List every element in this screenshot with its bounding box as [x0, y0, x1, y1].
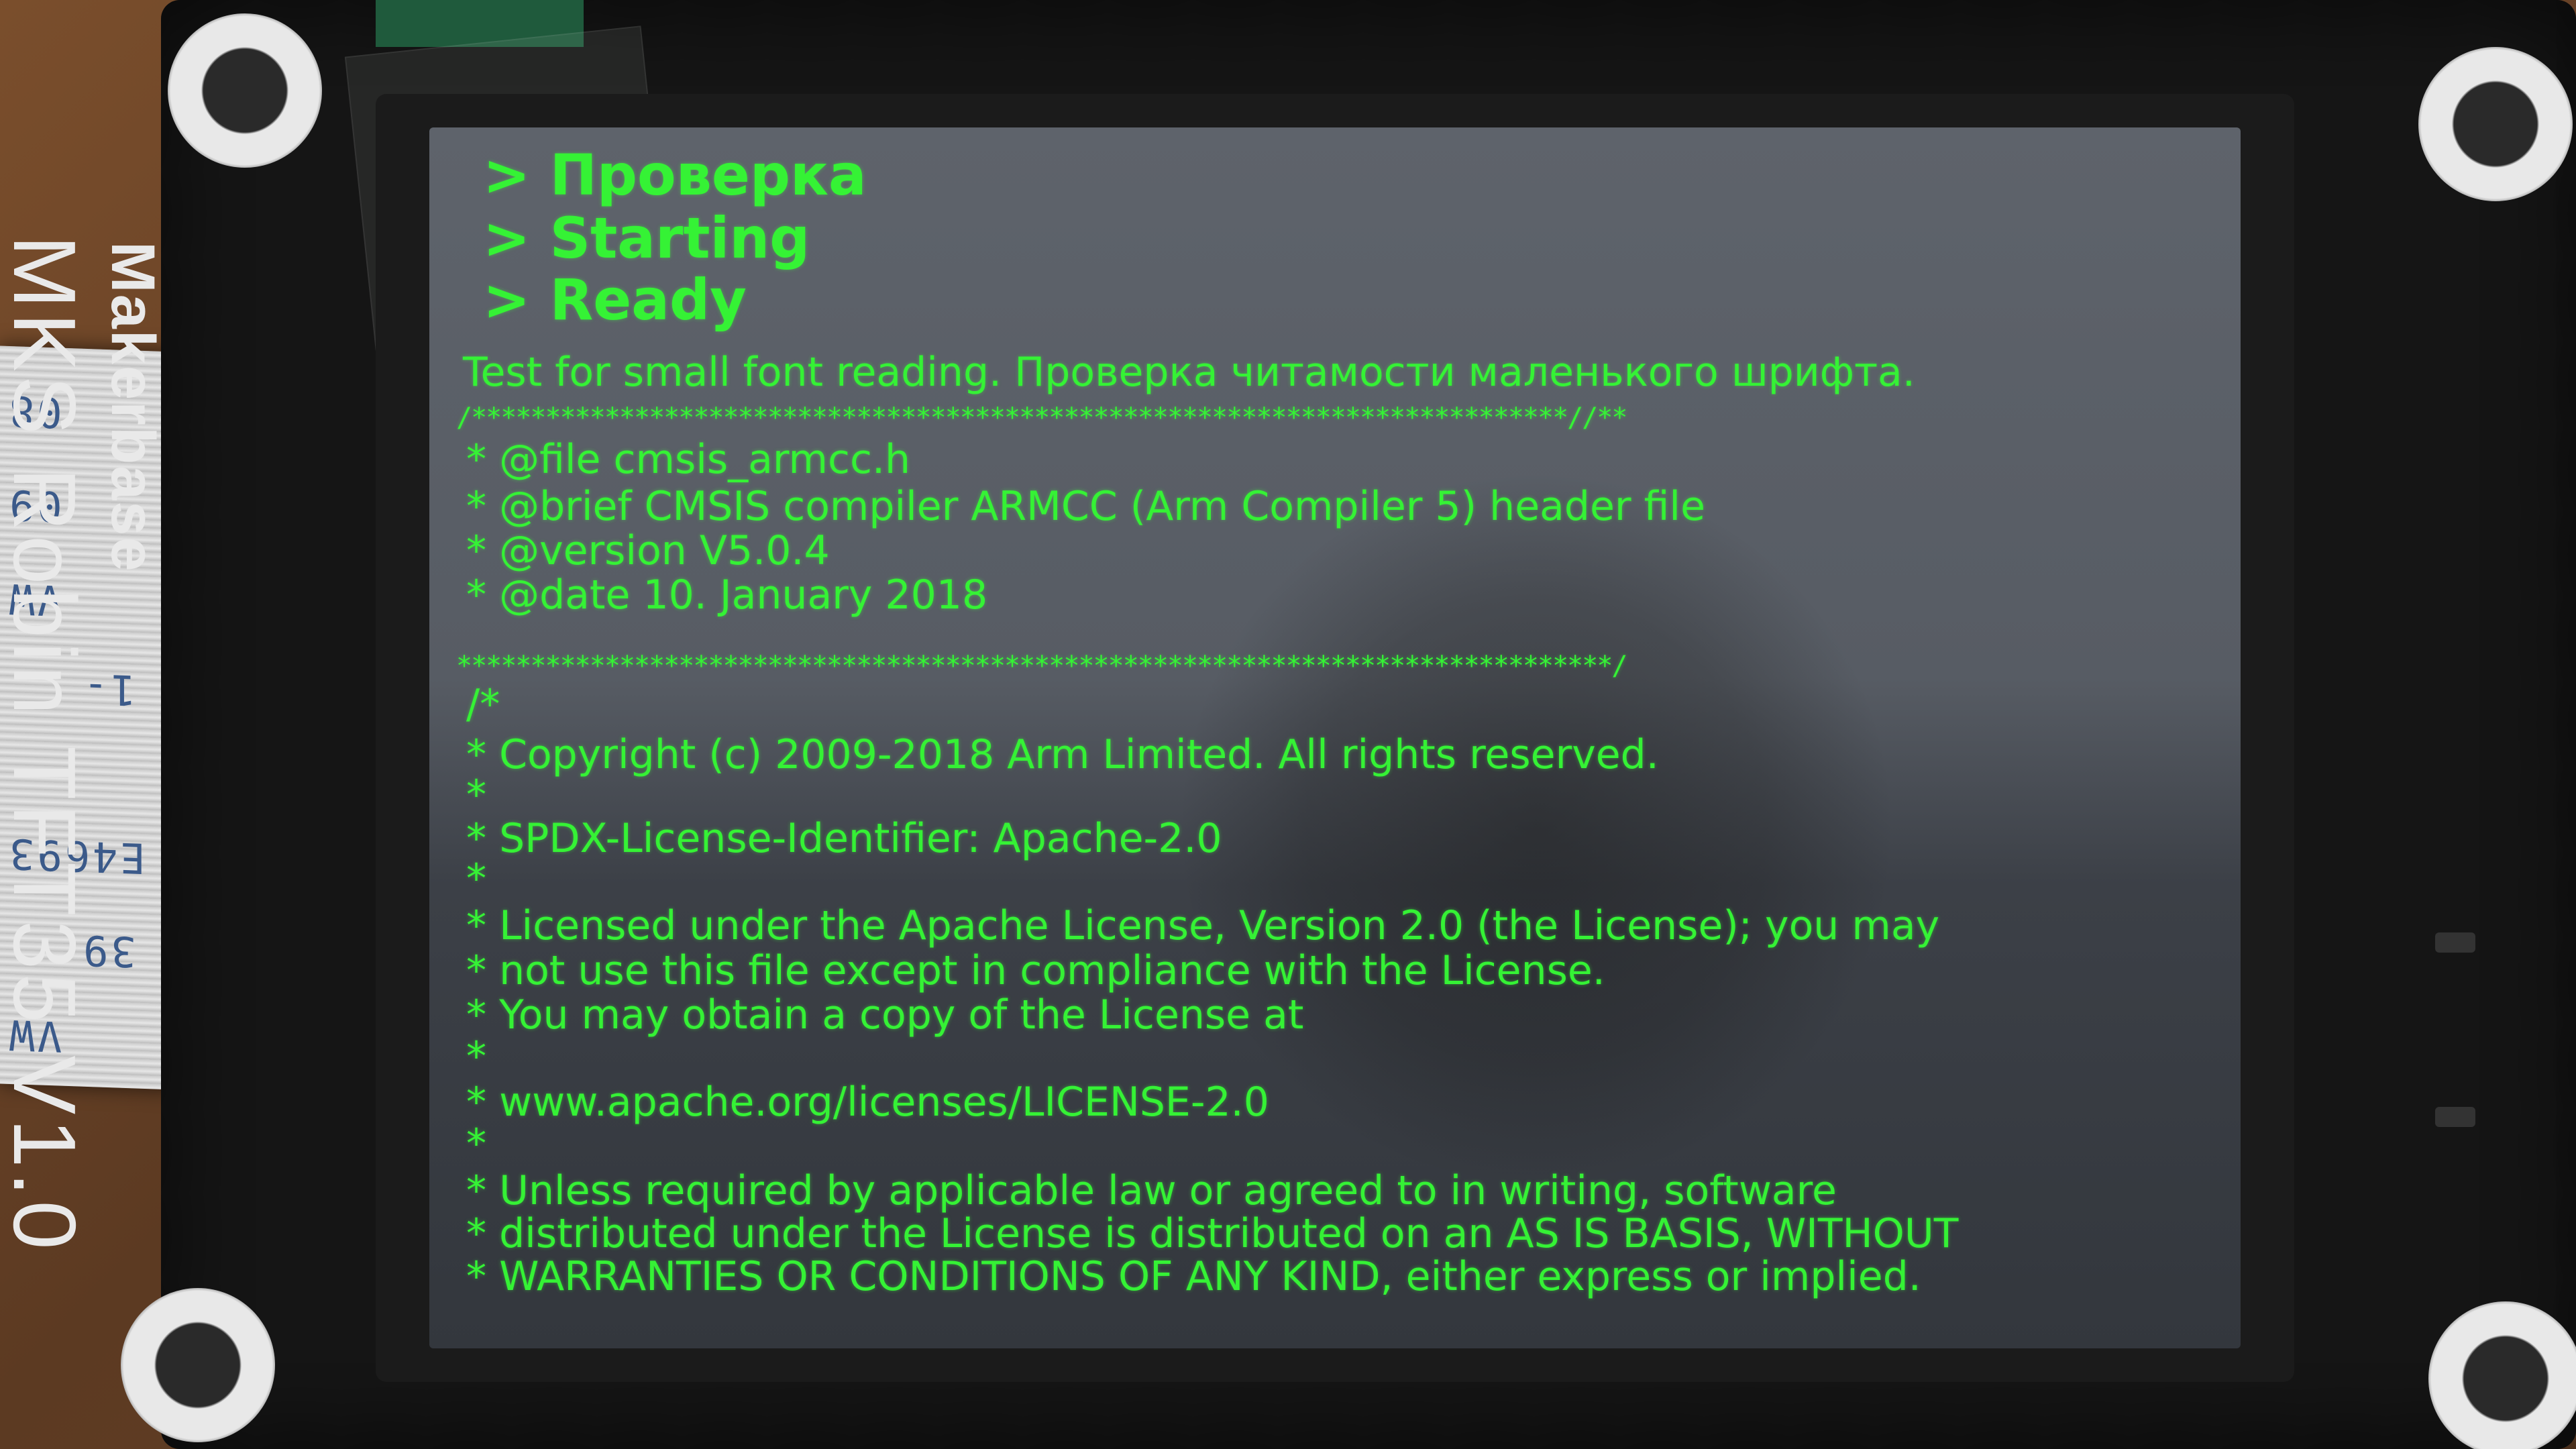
comment-open: /* — [466, 681, 500, 728]
board-connector — [2435, 1107, 2475, 1127]
unless-line-3: * WARRANTIES OR CONDITIONS OF ANY KIND, … — [466, 1253, 1921, 1300]
license-line-1: * Licensed under the Apache License, Ver… — [466, 902, 1940, 949]
copyright-line: * Copyright (c) 2009-2018 Arm Limited. A… — [466, 731, 1659, 778]
comment-blank: * — [466, 771, 486, 818]
mounting-hole — [121, 1288, 275, 1442]
board-maker-label: Makerbase — [99, 241, 167, 573]
reflection-glare — [1167, 476, 1905, 1181]
tft-screen: > Проверка > Starting > Ready Test for s… — [429, 127, 2241, 1348]
date-line: * @date 10. January 2018 — [466, 572, 988, 619]
comment-blank: * — [466, 855, 486, 902]
spdx-line: * SPDX-License-Identifier: Apache-2.0 — [466, 815, 1222, 862]
header-proverka: > Проверка — [483, 142, 867, 208]
board-model-label: MKS Robin TFT35 V1.0 — [0, 235, 94, 1254]
comment-blank: * — [466, 1033, 486, 1080]
mounting-hole — [2428, 1301, 2576, 1449]
photo-scene: 08 09 VW 1- E4693 39 VW Makerbase MKS Ro… — [0, 0, 2576, 1449]
small-font-test-line: Test for small font reading. Провeрка чи… — [463, 349, 1915, 396]
header-ready: > Ready — [483, 267, 747, 333]
unless-line-2: * distributed under the License is distr… — [466, 1210, 1959, 1257]
separator-bottom: ****************************************… — [456, 651, 1627, 682]
unless-line-1: * Unless required by applicable law or a… — [466, 1167, 1837, 1214]
url-line: * www.apache.org/licenses/LICENSE-2.0 — [466, 1079, 1269, 1126]
comment-blank: * — [466, 1120, 486, 1167]
version-line: * @version V5.0.4 — [466, 527, 830, 574]
header-starting: > Starting — [483, 205, 810, 271]
file-line: * @file cmsis_armcc.h — [466, 436, 911, 483]
mounting-hole — [168, 13, 322, 168]
license-line-3: * You may obtain a copy of the License a… — [466, 991, 1304, 1038]
brief-line: * @brief CMSIS compiler ARMCC (Arm Compi… — [466, 483, 1705, 530]
board-connector — [2435, 932, 2475, 953]
mounting-hole — [2418, 47, 2573, 201]
separator-top: /***************************************… — [456, 402, 1627, 433]
license-line-2: * not use this file except in compliance… — [466, 947, 1605, 994]
